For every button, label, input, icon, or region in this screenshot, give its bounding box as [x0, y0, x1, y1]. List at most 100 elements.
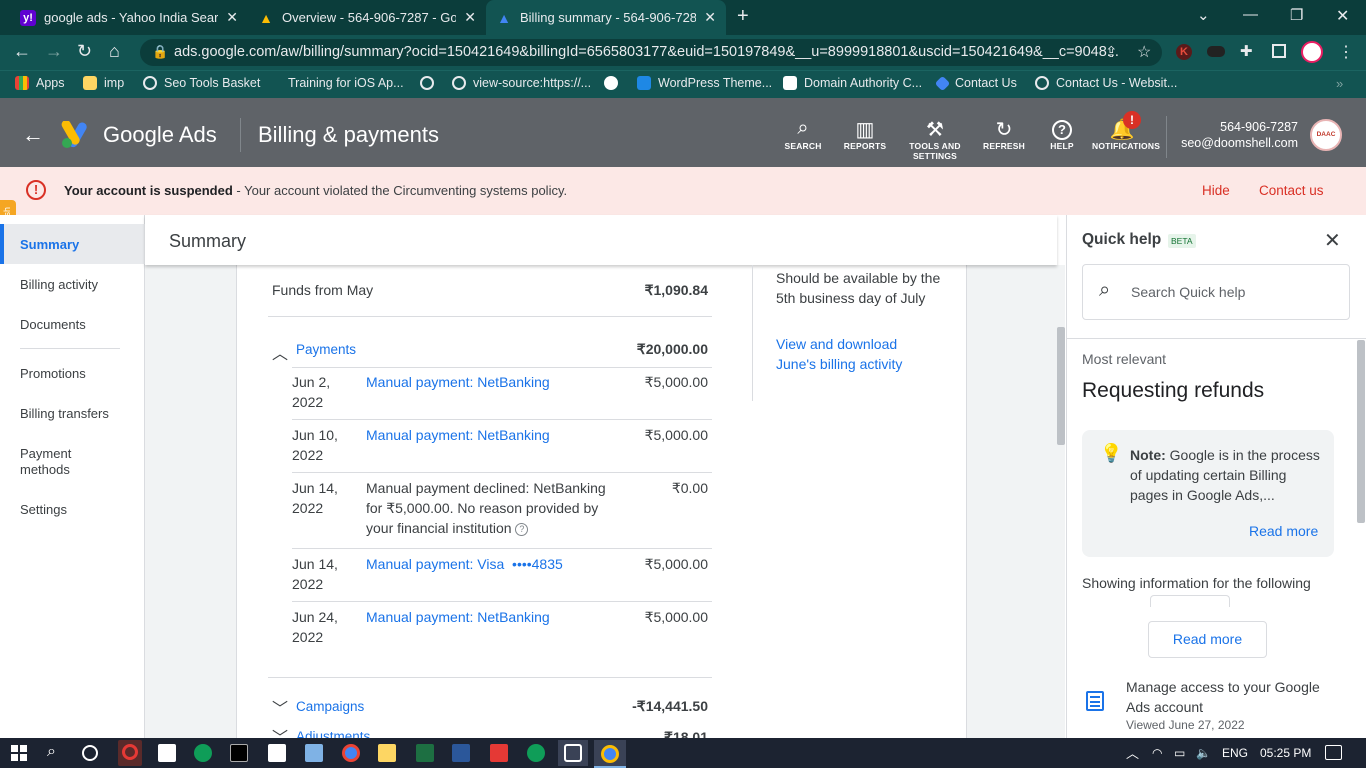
bookmark-globe[interactable]: [420, 76, 441, 90]
bookmark-wordpress-themes[interactable]: WordPress Theme...: [637, 76, 772, 90]
chevron-down-icon[interactable]: ﹀: [272, 695, 288, 719]
extension-k-icon[interactable]: K: [1176, 44, 1192, 60]
bookmark-apps[interactable]: Apps: [15, 76, 65, 90]
bookmark-training-ios[interactable]: Training for iOS Ap...: [271, 76, 404, 90]
home-icon[interactable]: ⌂: [109, 41, 120, 62]
reload-icon[interactable]: ↻: [77, 41, 92, 62]
back-icon[interactable]: ←: [13, 41, 31, 62]
close-tab-icon[interactable]: ✕: [704, 9, 716, 26]
browser-tab-billing[interactable]: ▲ Billing summary - 564-906-7287 ✕: [486, 0, 726, 35]
word-icon[interactable]: [452, 744, 470, 762]
close-window-icon[interactable]: ✕: [1336, 6, 1349, 26]
sidebar-item-billing-activity[interactable]: Billing activity: [20, 277, 98, 292]
avatar[interactable]: DAAC: [1310, 119, 1342, 151]
sidebar-item-documents[interactable]: Documents: [20, 317, 86, 332]
extensions-puzzle-icon[interactable]: ✚: [1240, 42, 1253, 60]
hangouts-icon[interactable]: [527, 744, 545, 762]
windows-start-icon[interactable]: [11, 745, 27, 761]
payment-link[interactable]: Manual payment: NetBanking: [366, 425, 550, 445]
chrome-icon[interactable]: [342, 744, 360, 762]
language-indicator[interactable]: ENG: [1222, 746, 1248, 760]
sidebar-item-payment-methods[interactable]: Payment methods: [20, 446, 100, 478]
payments-toggle[interactable]: Payments: [296, 342, 356, 357]
close-tab-icon[interactable]: ✕: [464, 9, 476, 26]
photos-icon[interactable]: [268, 744, 286, 762]
forward-icon[interactable]: →: [45, 41, 63, 62]
read-more-link[interactable]: Read more: [1249, 523, 1318, 539]
tray-chevron-icon[interactable]: ︿: [1126, 743, 1139, 762]
bookmark-contact-us-website[interactable]: Contact Us - Websit...: [1035, 76, 1177, 90]
clock[interactable]: 05:25 PM: [1260, 746, 1311, 760]
header-refresh-button[interactable]: ↻ REFRESH: [974, 117, 1034, 151]
anydesk-icon[interactable]: [490, 744, 508, 762]
side-panel-icon[interactable]: [1272, 44, 1286, 58]
lock-icon[interactable]: 🔒: [152, 44, 168, 60]
chevron-down-icon[interactable]: ﹀: [272, 728, 288, 738]
main-scrollbar[interactable]: [1057, 327, 1065, 445]
opera-icon[interactable]: [118, 740, 142, 766]
adjustments-toggle[interactable]: Adjustments: [296, 729, 370, 738]
notepad-blue-icon[interactable]: [305, 744, 323, 762]
edge-icon[interactable]: [194, 744, 212, 762]
header-help-button[interactable]: ? HELP: [1032, 117, 1092, 151]
close-icon[interactable]: ✕: [1324, 228, 1341, 253]
bookmark-seo-tools[interactable]: Seo Tools Basket: [143, 76, 260, 90]
taskbar-active-app[interactable]: [558, 740, 588, 766]
header-reports-button[interactable]: ▥ REPORTS: [835, 117, 895, 151]
contact-us-button[interactable]: Contact us: [1259, 183, 1324, 198]
header-search-button[interactable]: ⌕ SEARCH: [773, 117, 833, 151]
url-text[interactable]: ads.google.com/aw/billing/summary?ocid=1…: [174, 44, 1119, 60]
header-tools-button[interactable]: ⚒ TOOLS AND SETTINGS: [905, 117, 965, 161]
chevron-up-icon[interactable]: ︿: [272, 340, 288, 364]
wifi-icon[interactable]: ◠: [1152, 746, 1162, 760]
bookmark-google[interactable]: [604, 76, 625, 90]
payment-link[interactable]: Manual payment: Visa ••••4835: [366, 554, 563, 574]
new-tab-icon[interactable]: +: [737, 5, 749, 28]
quick-help-search[interactable]: ⌕ Search Quick help: [1082, 264, 1350, 320]
sidebar-item-billing-transfers[interactable]: Billing transfers: [20, 406, 109, 421]
close-tab-icon[interactable]: ✕: [226, 9, 238, 26]
quick-help-title: Quick help: [1082, 231, 1162, 248]
quick-help-scrollbar[interactable]: [1357, 340, 1365, 523]
excel-icon[interactable]: [416, 744, 434, 762]
search-icon[interactable]: ⌕: [47, 743, 56, 761]
taskbar-chrome-active[interactable]: [594, 740, 626, 768]
browser-tab-overview[interactable]: ▲ Overview - 564-906-7287 - Goog ✕: [248, 0, 486, 35]
tab-search-icon[interactable]: ⌄: [1197, 6, 1210, 24]
share-icon[interactable]: ⇪: [1105, 43, 1118, 61]
bookmark-star-icon[interactable]: ☆: [1137, 42, 1151, 62]
article-title[interactable]: Requesting refunds: [1082, 379, 1264, 403]
browser-tab-yahoo[interactable]: y! google ads - Yahoo India Search ✕: [10, 0, 248, 35]
file-explorer-icon[interactable]: [378, 744, 396, 762]
info-icon[interactable]: ?: [515, 522, 529, 536]
campaigns-toggle[interactable]: Campaigns: [296, 699, 364, 714]
back-arrow-icon[interactable]: ←: [22, 122, 44, 148]
payment-link[interactable]: Manual payment: NetBanking: [366, 607, 550, 627]
cmd-icon[interactable]: [230, 744, 248, 762]
divider: [268, 677, 712, 678]
profile-avatar-icon[interactable]: [1301, 41, 1323, 63]
restore-icon[interactable]: ❐: [1290, 6, 1303, 24]
sidebar-item-promotions[interactable]: Promotions: [20, 366, 86, 381]
download-activity-link[interactable]: View and download June's billing activit…: [776, 334, 926, 374]
menu-kebab-icon[interactable]: ⋮: [1338, 42, 1354, 62]
notification-center-icon[interactable]: [1325, 745, 1342, 760]
cortana-icon[interactable]: [82, 745, 98, 761]
battery-icon[interactable]: ▭: [1174, 746, 1185, 760]
read-more-button[interactable]: Read more: [1148, 621, 1267, 658]
bookmark-view-source[interactable]: view-source:https://...: [452, 76, 591, 90]
manage-access-link[interactable]: Manage access to your Google Ads account: [1126, 677, 1346, 717]
bookmark-contact-us[interactable]: Contact Us: [934, 75, 1017, 91]
bookmarks-overflow-icon[interactable]: »: [1336, 76, 1343, 91]
notepad-icon[interactable]: [158, 744, 176, 762]
volume-icon[interactable]: 🔈: [1196, 746, 1211, 760]
bookmark-domain-authority[interactable]: Domain Authority C...: [783, 76, 922, 90]
account-info[interactable]: 564-906-7287 seo@doomshell.com: [1170, 119, 1298, 151]
payment-link[interactable]: Manual payment: NetBanking: [366, 372, 550, 392]
minimize-icon[interactable]: —: [1243, 6, 1258, 23]
bookmark-imp[interactable]: imp: [83, 76, 124, 90]
header-notifications-button[interactable]: 🔔 NOTIFICATIONS: [1092, 117, 1160, 151]
sidebar-item-settings[interactable]: Settings: [20, 502, 67, 517]
extension-glasses-icon[interactable]: [1207, 46, 1225, 57]
hide-alert-button[interactable]: Hide: [1202, 183, 1230, 198]
